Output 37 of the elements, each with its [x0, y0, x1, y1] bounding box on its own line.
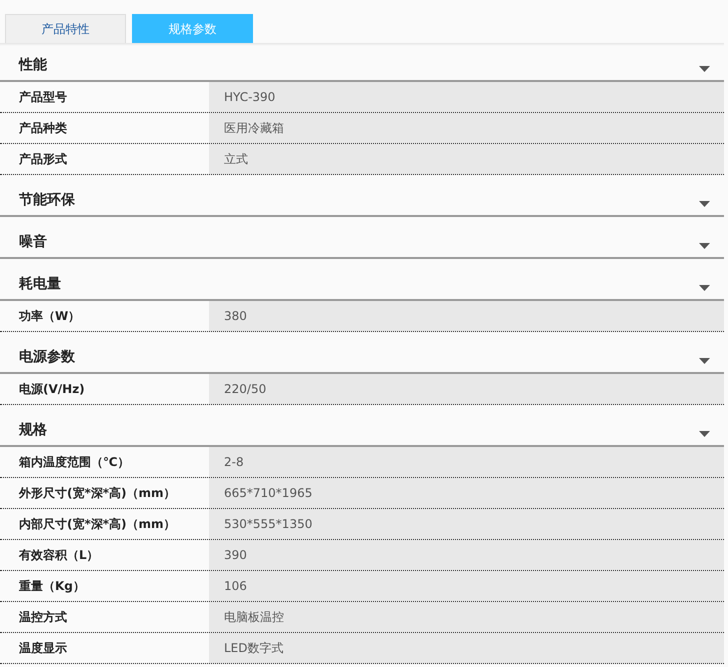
- caret-icon[interactable]: [699, 431, 710, 437]
- spec-value: LED数字式: [209, 633, 724, 663]
- section-title: 噪音: [19, 233, 47, 251]
- caret-icon[interactable]: [699, 201, 710, 207]
- spec-label: 外形尺寸(宽*深*高)（mm）: [18, 484, 177, 502]
- caret-icon[interactable]: [699, 285, 710, 291]
- spec-label: 温控方式: [18, 608, 68, 626]
- section-title: 耗电量: [19, 275, 61, 293]
- spec-value: 530*555*1350: [209, 509, 724, 539]
- caret-icon[interactable]: [699, 243, 710, 249]
- spec-value: 2-8: [209, 447, 724, 477]
- section-title: 规格: [19, 421, 47, 439]
- spec-label: 有效容积（L）: [18, 546, 100, 564]
- spec-label: 箱内温度范围（℃）: [18, 454, 131, 470]
- spec-label: 产品形式: [18, 150, 68, 168]
- spec-value: 380: [209, 301, 724, 331]
- spec-value: 390: [209, 540, 724, 570]
- spec-label: 温度显示: [18, 640, 68, 656]
- spec-label: 功率（W）: [18, 308, 82, 324]
- spec-label: 电源(V/Hz): [18, 380, 86, 398]
- tab[interactable]: 产品特性: [5, 14, 126, 43]
- spec-value: 665*710*1965: [209, 478, 724, 508]
- section-title: 性能: [19, 56, 47, 74]
- spec-value: 医用冷藏箱: [209, 113, 724, 143]
- caret-icon[interactable]: [699, 358, 710, 364]
- spec-value: 220/50: [209, 374, 724, 404]
- caret-icon[interactable]: [699, 66, 710, 72]
- spec-value: 电脑板温控: [209, 602, 724, 632]
- section-title: 节能环保: [19, 191, 75, 209]
- spec-label: 内部尺寸(宽*深*高)（mm）: [18, 516, 177, 532]
- section-title: 电源参数: [19, 348, 75, 366]
- spec-label: 重量（Kg）: [18, 578, 86, 595]
- spec-value: 立式: [209, 144, 724, 174]
- spec-label: 产品型号: [18, 88, 68, 106]
- spec-value: 106: [209, 571, 724, 601]
- spec-label: 产品种类: [18, 120, 68, 136]
- spec-value: HYC-390: [209, 82, 724, 112]
